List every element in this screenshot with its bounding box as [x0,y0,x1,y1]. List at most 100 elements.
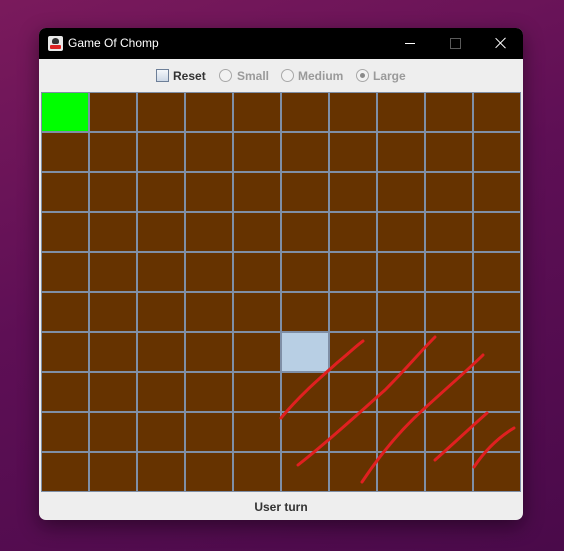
board-cell[interactable] [137,332,185,372]
reset-checkbox-box[interactable] [156,69,169,82]
board-cell[interactable] [377,452,425,492]
board-cell[interactable] [425,332,473,372]
board-cell[interactable] [185,212,233,252]
board-cell[interactable] [89,452,137,492]
board-cell[interactable] [233,292,281,332]
board-cell[interactable] [185,92,233,132]
board-cell[interactable] [281,452,329,492]
board-cell[interactable] [377,132,425,172]
board-cell[interactable] [185,412,233,452]
board-cell[interactable] [89,372,137,412]
board-cell[interactable] [473,92,521,132]
board-cell[interactable] [425,452,473,492]
minimize-button[interactable] [386,28,432,59]
highlighted-cell[interactable] [281,332,329,372]
board-cell[interactable] [329,372,377,412]
board-cell[interactable] [185,172,233,212]
board-cell[interactable] [377,372,425,412]
board-cell[interactable] [329,412,377,452]
board-cell[interactable] [425,172,473,212]
board-cell[interactable] [473,132,521,172]
board-cell[interactable] [89,132,137,172]
board-cell[interactable] [473,372,521,412]
board-cell[interactable] [473,212,521,252]
board-cell[interactable] [137,292,185,332]
board-cell[interactable] [281,92,329,132]
board-cell[interactable] [329,92,377,132]
board-cell[interactable] [425,292,473,332]
board-cell[interactable] [281,172,329,212]
board-cell[interactable] [377,332,425,372]
board-cell[interactable] [281,212,329,252]
board-cell[interactable] [329,292,377,332]
board-cell[interactable] [281,372,329,412]
board-cell[interactable] [185,372,233,412]
board-cell[interactable] [233,132,281,172]
close-button[interactable] [478,28,523,59]
board-cell[interactable] [377,92,425,132]
board-cell[interactable] [473,412,521,452]
board-cell[interactable] [425,412,473,452]
board-cell[interactable] [185,292,233,332]
board-cell[interactable] [41,332,89,372]
board-cell[interactable] [89,92,137,132]
board-cell[interactable] [137,212,185,252]
board-cell[interactable] [377,292,425,332]
board-cell[interactable] [89,172,137,212]
board-cell[interactable] [425,212,473,252]
board-cell[interactable] [185,332,233,372]
poison-cell[interactable] [41,92,89,132]
board-cell[interactable] [329,252,377,292]
board-cell[interactable] [41,252,89,292]
board-cell[interactable] [377,252,425,292]
board-cell[interactable] [137,172,185,212]
board-cell[interactable] [89,212,137,252]
board-cell[interactable] [89,332,137,372]
board-cell[interactable] [329,452,377,492]
board-cell[interactable] [41,412,89,452]
size-option-small[interactable]: Small [219,69,274,83]
board-cell[interactable] [137,372,185,412]
board-cell[interactable] [473,292,521,332]
board-cell[interactable] [185,452,233,492]
board-cell[interactable] [233,372,281,412]
board-cell[interactable] [233,452,281,492]
board-cell[interactable] [425,92,473,132]
board-cell[interactable] [89,252,137,292]
board-cell[interactable] [425,252,473,292]
board-cell[interactable] [473,252,521,292]
board-cell[interactable] [377,412,425,452]
board-cell[interactable] [185,132,233,172]
board-cell[interactable] [329,212,377,252]
board-cell[interactable] [425,132,473,172]
board-cell[interactable] [137,452,185,492]
board-cell[interactable] [473,172,521,212]
size-option-medium[interactable]: Medium [281,69,346,83]
board-cell[interactable] [425,372,473,412]
board-cell[interactable] [377,172,425,212]
board-cell[interactable] [137,412,185,452]
reset-checkbox[interactable]: Reset [156,69,216,83]
board-cell[interactable] [473,452,521,492]
board-cell[interactable] [233,172,281,212]
board-cell[interactable] [281,412,329,452]
board-cell[interactable] [137,252,185,292]
board-cell[interactable] [281,132,329,172]
board-cell[interactable] [41,212,89,252]
board-cell[interactable] [89,292,137,332]
board-cell[interactable] [281,292,329,332]
radio-small[interactable] [219,69,232,82]
board-cell[interactable] [377,212,425,252]
board-cell[interactable] [137,92,185,132]
board-cell[interactable] [281,252,329,292]
board-cell[interactable] [41,292,89,332]
board-cell[interactable] [329,172,377,212]
radio-medium[interactable] [281,69,294,82]
board-cell[interactable] [233,92,281,132]
board-cell[interactable] [329,332,377,372]
board-cell[interactable] [137,132,185,172]
board-cell[interactable] [233,412,281,452]
size-option-large[interactable]: Large [356,69,411,83]
board-cell[interactable] [41,372,89,412]
board-cell[interactable] [233,252,281,292]
